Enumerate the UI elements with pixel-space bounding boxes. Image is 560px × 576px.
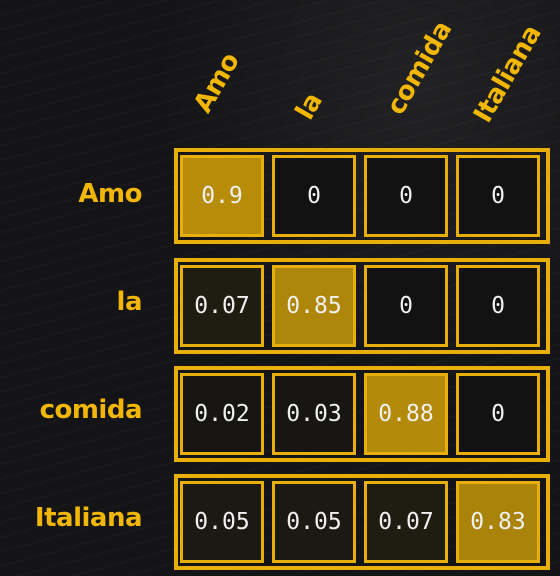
heatmap-cell: 0.85: [272, 265, 356, 347]
heatmap-cell: 0: [272, 155, 356, 237]
heatmap-cell: 0: [456, 265, 540, 347]
column-label: Amo: [188, 47, 246, 118]
heatmap-cell: 0.07: [364, 481, 448, 563]
column-label: comida: [381, 16, 459, 120]
row-label: Amo: [78, 179, 142, 209]
row-label: la: [116, 287, 143, 317]
heatmap-cell: 0: [364, 155, 448, 237]
heatmap-cell: 0.83: [456, 481, 540, 563]
row-label: Italiana: [34, 503, 143, 533]
heatmap-cell: 0.05: [272, 481, 356, 563]
attention-heatmap: Amo la comida Italiana Amo 0.9 0 0 0 la 0.07 0.85 0 0…: [0, 0, 560, 576]
heatmap-cell: 0: [456, 155, 540, 237]
heatmap-cell: 0.03: [272, 373, 356, 455]
heatmap-cell: 0: [456, 373, 540, 455]
heatmap-cell: 0.07: [180, 265, 264, 347]
heatmap-cell: 0.02: [180, 373, 264, 455]
heatmap-cell: 0: [364, 265, 448, 347]
row-label: comida: [39, 395, 143, 425]
column-label: la: [290, 87, 329, 125]
heatmap-cell: 0.9: [180, 155, 264, 237]
column-label: Italiana: [468, 20, 548, 128]
heatmap-cell: 0.05: [180, 481, 264, 563]
heatmap-cell: 0.88: [364, 373, 448, 455]
